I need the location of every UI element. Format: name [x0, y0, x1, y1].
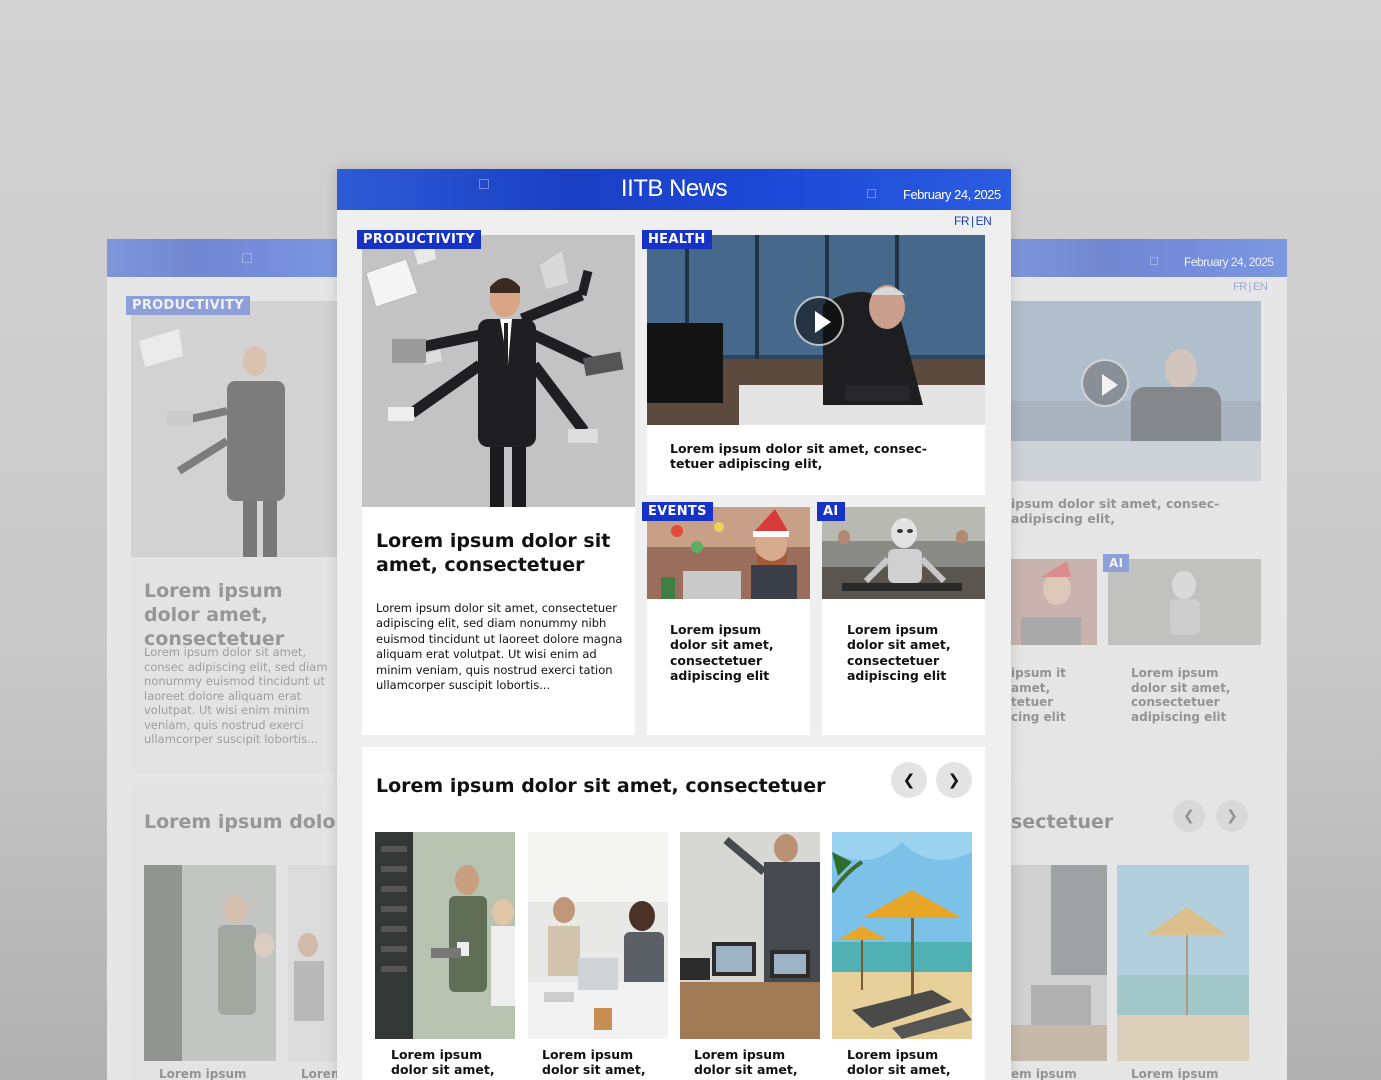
carousel-next-button[interactable]: ❯ [936, 762, 972, 798]
events-tag: EVENTS [642, 502, 713, 521]
ai-tag: AI [817, 502, 845, 521]
carousel-item-4-image[interactable] [832, 832, 972, 1039]
right-mock-section-title: sectetuer [1011, 811, 1114, 833]
productivity-image [362, 235, 635, 507]
feature-headline: Lorem ipsum dolor sit amet, consectetuer [376, 530, 611, 576]
left-mock-section-title: Lorem ipsum dolor [144, 811, 345, 833]
left-mock-office-image [144, 865, 276, 1061]
header-bar: IITB News February 24, 2025 [337, 169, 1011, 210]
right-mock-next-button[interactable]: ❯ [1216, 800, 1248, 832]
right-mock-header: February 24, 2025 [1003, 239, 1287, 277]
carousel-item-4-caption: Lorem ipsum dolor sit amet, [847, 1047, 951, 1078]
carousel-item-3-image[interactable] [680, 832, 820, 1039]
carousel-prev-button[interactable]: ❮ [891, 762, 927, 798]
right-mock-health-video [1011, 301, 1261, 481]
carousel-item-2-caption: Lorem ipsum dolor sit amet, [542, 1047, 646, 1078]
right-mock-caption-2: Lorem ipsum [1131, 1067, 1219, 1080]
left-mock-body: Lorem ipsum dolor sit amet, consec adipi… [144, 645, 328, 746]
right-mock-play-icon [1081, 359, 1129, 407]
language-en-link[interactable]: EN [976, 214, 992, 228]
right-mock-events-image [1011, 559, 1097, 645]
language-separator: | [971, 214, 974, 228]
right-mock-prev-button[interactable]: ❮ [1173, 800, 1205, 832]
productivity-tag: PRODUCTIVITY [357, 230, 481, 249]
right-mock-date: February 24, 2025 [1184, 255, 1274, 269]
left-mock-productivity-tag: PRODUCTIVITY [126, 296, 250, 315]
feature-body: Lorem ipsum dolor sit amet, consectetuer… [376, 601, 623, 693]
left-mock-page: PRODUCTIVITY Lorem ipsum dolor amet, con… [107, 239, 347, 1080]
right-mock-ai-tag: AI [1103, 554, 1130, 572]
chevron-right-icon: ❯ [947, 771, 961, 789]
left-mock-caption-1: Lorem ipsum [159, 1067, 247, 1080]
health-caption: Lorem ipsum dolor sit amet, consec-tetue… [670, 441, 927, 472]
carousel-item-1-image[interactable] [375, 832, 515, 1039]
chevron-right-icon: ❯ [1226, 808, 1238, 824]
right-mock-beach-image [1117, 865, 1249, 1061]
chevron-left-icon: ❮ [902, 771, 916, 789]
carousel-title: Lorem ipsum dolor sit amet, consectetuer [376, 775, 826, 797]
health-tag: HEALTH [642, 230, 712, 249]
play-icon[interactable] [794, 296, 844, 346]
right-mock-ai-caption: Lorem ipsum dolor sit amet, consectetuer… [1131, 666, 1231, 724]
carousel-item-1-caption: Lorem ipsum dolor sit amet, [391, 1047, 495, 1078]
events-caption: Lorem ipsum dolor sit amet, consectetuer… [670, 622, 774, 684]
main-newsletter-page: IITB News February 24, 2025 FR | EN PROD… [337, 169, 1011, 1080]
header-date: February 24, 2025 [903, 187, 1001, 202]
health-video-thumbnail[interactable] [647, 235, 985, 425]
left-mock-headline: Lorem ipsum dolor amet, consectetuer [144, 580, 285, 650]
right-mock-language-switch[interactable]: FR | EN [1233, 281, 1268, 293]
ai-robot-image [822, 507, 985, 599]
right-mock-page: February 24, 2025 FR | EN ipsum dolor sit … [1003, 239, 1287, 1080]
ai-caption: Lorem ipsum dolor sit amet, consectetuer… [847, 622, 951, 684]
right-mock-health-caption: ipsum dolor sit amet, consec-adipiscing … [1011, 496, 1220, 526]
right-mock-events-caption: ipsum it amet, tetuer cing elit [1011, 666, 1066, 724]
left-mock-header [107, 239, 347, 277]
right-mock-caption-1: em ipsum [1011, 1067, 1077, 1080]
carousel-item-3-caption: Lorem ipsum dolor sit amet, [694, 1047, 798, 1078]
language-switch: FR | EN [954, 214, 992, 228]
left-mock-productivity-image [131, 301, 347, 557]
right-mock-ai-image [1108, 559, 1261, 645]
language-fr-link[interactable]: FR [954, 214, 970, 228]
carousel-item-2-image[interactable] [528, 832, 668, 1039]
chevron-left-icon: ❮ [1183, 808, 1195, 824]
right-mock-presentation-image [1011, 865, 1107, 1061]
